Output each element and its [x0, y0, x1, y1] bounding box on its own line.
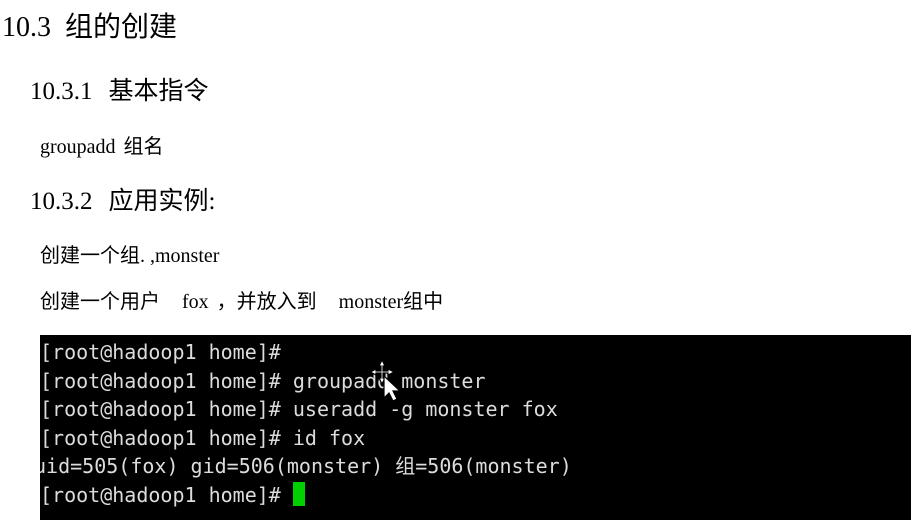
section-title: 组的创建 [65, 12, 178, 43]
step-text: 创建一个用户 [40, 291, 160, 313]
mouse-pointer-icon [370, 358, 402, 402]
step-text-suffix: 组中 [403, 291, 444, 313]
command-argument: 组名 [123, 136, 164, 158]
section-number: 10.3 [2, 12, 51, 43]
group-name: monster [338, 291, 404, 313]
subsection-title: 应用实例: [108, 188, 216, 215]
step-separator: ， [216, 291, 237, 313]
subsection-title: 基本指令 [108, 78, 209, 105]
example-step-create-group: 创建一个组. ,monster [40, 243, 219, 269]
terminal-line: uid=505(fox) gid=506(monster) 组=506(mons… [40, 454, 572, 478]
command-syntax: groupadd 组名 [40, 134, 164, 160]
terminal-line: [root@hadoop1 home]# groupadd monster [40, 368, 486, 393]
subsection-number: 10.3.2 [30, 188, 93, 215]
example-step-create-user: 创建一个用户 fox ，并放入到 monster组中 [40, 289, 443, 315]
section-heading: 10.3 组的创建 [2, 10, 177, 46]
terminal-line: [root@hadoop1 home]# useradd -g monster … [40, 397, 558, 421]
terminal-cursor [292, 481, 305, 506]
terminal-prompt-line[interactable]: [root@hadoop1 home]# [40, 481, 911, 510]
subsection-number: 10.3.1 [30, 78, 93, 105]
step-separator: . , [140, 245, 155, 267]
terminal-line: [root@hadoop1 home]# [40, 340, 281, 364]
terminal-screenshot: [root@hadoop1 home]# [root@hadoop1 home]… [40, 335, 911, 520]
command-name: groupadd [40, 136, 116, 158]
step-text: 创建一个组 [40, 245, 140, 267]
subsection-heading-basic: 10.3.1 基本指令 [30, 76, 209, 108]
step-text-middle: 并放入到 [236, 291, 317, 313]
group-name: monster [155, 245, 220, 267]
terminal-line: [root@hadoop1 home]# id fox [40, 425, 366, 450]
user-name: fox [182, 291, 209, 313]
terminal-prompt: [root@hadoop1 home]# [40, 482, 293, 507]
subsection-heading-example: 10.3.2 应用实例: [30, 186, 215, 218]
